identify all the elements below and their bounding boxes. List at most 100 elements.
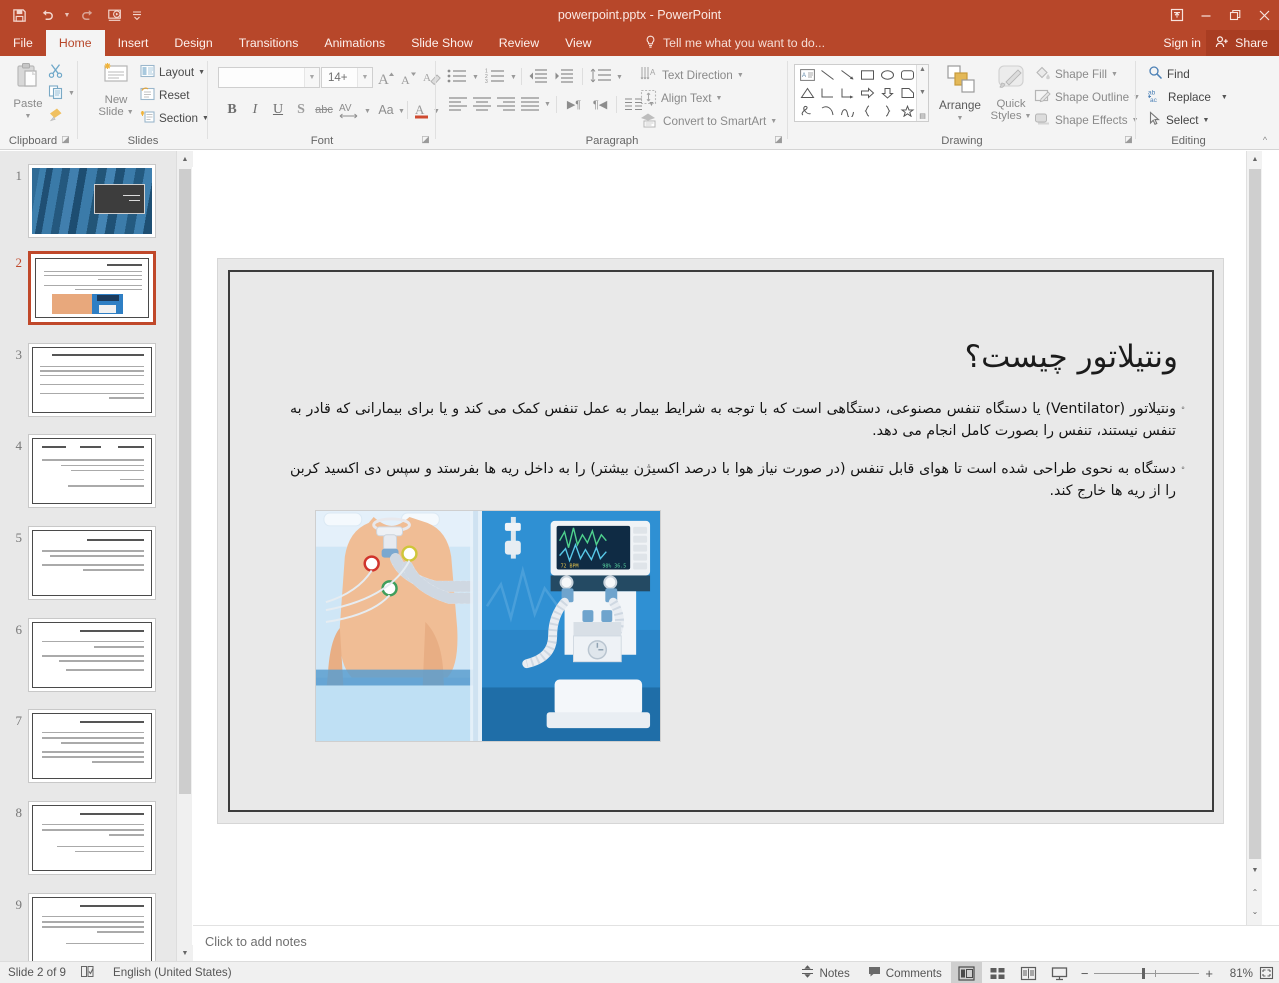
new-slide-dropdown-icon[interactable]: ▼ <box>127 109 134 116</box>
thumbnail-preview[interactable] <box>28 893 156 961</box>
reset-button[interactable]: Reset <box>140 87 190 104</box>
change-case-dropdown-icon[interactable]: ▼ <box>398 108 405 115</box>
select-button[interactable]: Select ▼ <box>1148 111 1209 129</box>
change-case-button[interactable]: Aa <box>374 99 398 121</box>
slide-thumbnail-pane[interactable]: 1 2 3 4 5 6 7 8 9 <box>0 151 176 961</box>
thumbnail-preview[interactable] <box>28 618 156 692</box>
tab-slide-show[interactable]: Slide Show <box>398 30 486 56</box>
shape-fill-dropdown-icon[interactable]: ▼ <box>1111 71 1118 78</box>
comments-button[interactable]: Comments <box>859 962 951 983</box>
text-direction-button[interactable]: A Text Direction ▼ <box>640 66 744 85</box>
font-color-button[interactable]: A <box>412 99 432 121</box>
restore-icon[interactable] <box>1220 0 1249 30</box>
paragraph-dialog-launcher[interactable]: ◪ <box>773 134 784 145</box>
text-shadow-button[interactable]: S <box>290 99 312 121</box>
copy-dropdown-icon[interactable]: ▼ <box>68 90 75 97</box>
shape-line-icon[interactable] <box>817 66 837 84</box>
slide-scroll-thumb[interactable] <box>1249 169 1261 859</box>
ribbon-display-options-icon[interactable] <box>1162 0 1191 30</box>
shape-scribble-icon[interactable] <box>797 102 817 120</box>
shape-arc-icon[interactable] <box>817 102 837 120</box>
tab-file[interactable]: File <box>0 30 46 56</box>
font-name-combobox[interactable]: ▼ <box>218 67 320 88</box>
shape-curve-icon[interactable] <box>837 102 857 120</box>
zoom-slider[interactable] <box>1094 967 1200 979</box>
decrease-indent-button[interactable] <box>526 66 550 86</box>
quick-styles-dropdown-icon[interactable]: ▼ <box>1025 113 1032 120</box>
justify-button[interactable] <box>518 94 542 114</box>
tab-review[interactable]: Review <box>486 30 552 56</box>
save-icon[interactable] <box>6 2 32 28</box>
quick-styles-button[interactable]: Quick Styles ▼ <box>986 64 1036 122</box>
thumbnail-preview[interactable] <box>28 709 156 783</box>
reading-view-button[interactable] <box>1013 962 1044 983</box>
tab-view[interactable]: View <box>552 30 604 56</box>
shape-outline-button[interactable]: Shape Outline ▼ <box>1034 88 1140 107</box>
slide-pane-scrollbar[interactable]: ▲ ▼ ⌃ ⌄ <box>1246 151 1262 925</box>
paste-button[interactable]: Paste ▼ <box>6 62 50 120</box>
shape-right-brace-icon[interactable] <box>877 102 897 120</box>
tell-me-search[interactable]: Tell me what you want to do... <box>645 30 825 56</box>
customize-qat-icon[interactable] <box>130 2 144 28</box>
shape-elbow-arrow-icon[interactable] <box>837 84 857 102</box>
layout-button[interactable]: Layout ▼ <box>140 64 205 81</box>
shapes-scroll-down-icon[interactable]: ▼ <box>919 89 926 96</box>
thumbnail-scroll-down-button[interactable]: ▼ <box>177 945 193 961</box>
slide-canvas[interactable]: ونتیلاتور چیست؟ ◦ ونتیلاتور (Ventilator)… <box>217 258 1224 824</box>
underline-button[interactable]: U <box>267 99 289 121</box>
slide-thumbnail-4[interactable]: 4 <box>0 434 176 508</box>
slide-bullet-1[interactable]: ◦ ونتیلاتور (Ventilator) یا دستگاه تنفس … <box>290 398 1190 442</box>
tab-animations[interactable]: Animations <box>311 30 398 56</box>
slide-thumbnail-6[interactable]: 6 <box>0 618 176 692</box>
strikethrough-button[interactable]: abc <box>312 99 336 121</box>
language-indicator[interactable]: English (United States) <box>113 966 232 979</box>
line-spacing-dropdown-icon[interactable]: ▼ <box>616 74 623 81</box>
collapse-ribbon-button[interactable]: ^ <box>1257 133 1273 147</box>
copy-button[interactable]: ▼ <box>48 84 75 103</box>
shape-right-arrow-icon[interactable] <box>857 84 877 102</box>
zoom-out-button[interactable]: − <box>1081 966 1089 981</box>
align-text-dropdown-icon[interactable]: ▼ <box>715 95 722 102</box>
previous-slide-button[interactable]: ⌃ <box>1247 884 1263 900</box>
find-button[interactable]: Find <box>1148 65 1190 83</box>
justify-dropdown-icon[interactable]: ▼ <box>544 101 551 108</box>
slide-indicator[interactable]: Slide 2 of 9 <box>8 966 66 979</box>
replace-button[interactable]: ab ac Replace ▼ <box>1148 88 1228 106</box>
shapes-gallery[interactable]: A ▲ ▼ ▤ <box>794 64 929 122</box>
thumbnail-scroll-up-button[interactable]: ▲ <box>177 151 193 167</box>
align-right-button[interactable] <box>494 94 518 114</box>
increase-font-size-button[interactable]: A <box>376 67 398 88</box>
font-size-combobox[interactable]: 14+ ▼ <box>321 67 373 88</box>
rtl-direction-button[interactable]: ¶◀ <box>588 94 612 114</box>
thumbnail-preview[interactable] <box>28 164 156 238</box>
sign-in-button[interactable]: Sign in <box>1163 30 1201 56</box>
decrease-font-size-button[interactable]: A <box>398 67 420 88</box>
shape-fill-button[interactable]: Shape Fill ▼ <box>1034 65 1118 84</box>
redo-icon[interactable] <box>74 2 100 28</box>
format-painter-button[interactable] <box>48 106 64 125</box>
clipboard-dialog-launcher[interactable]: ◪ <box>60 134 71 145</box>
slide-thumbnail-1[interactable]: 1 <box>0 164 176 238</box>
select-dropdown-icon[interactable]: ▼ <box>1202 117 1209 124</box>
bold-button[interactable]: B <box>221 99 243 121</box>
notes-pane[interactable]: Click to add notes <box>193 925 1279 961</box>
zoom-slider-handle[interactable] <box>1142 967 1146 979</box>
slide-thumbnail-5[interactable]: 5 <box>0 526 176 600</box>
align-center-button[interactable] <box>470 94 494 114</box>
align-text-button[interactable]: Align Text ▼ <box>640 89 722 108</box>
undo-dropdown-icon[interactable]: ▼ <box>62 2 72 28</box>
section-button[interactable]: Section ▼ <box>140 110 209 127</box>
shape-arrow-icon[interactable] <box>837 66 857 84</box>
thumbnail-scroll-thumb[interactable] <box>179 169 191 794</box>
shape-elbow-connector-icon[interactable] <box>817 84 837 102</box>
slide-thumbnail-9[interactable]: 9 <box>0 893 176 961</box>
notes-placeholder[interactable]: Click to add notes <box>205 934 307 949</box>
character-spacing-button[interactable]: AV <box>337 99 363 121</box>
slide-thumbnail-2[interactable]: 2 <box>0 251 176 325</box>
shape-star-icon[interactable] <box>897 102 917 120</box>
slide-thumbnail-3[interactable]: 3 <box>0 343 176 417</box>
shapes-more-icon[interactable]: ▤ <box>919 112 926 120</box>
increase-indent-button[interactable] <box>552 66 576 86</box>
bullets-button[interactable] <box>446 66 470 86</box>
thumbnail-preview[interactable] <box>28 526 156 600</box>
